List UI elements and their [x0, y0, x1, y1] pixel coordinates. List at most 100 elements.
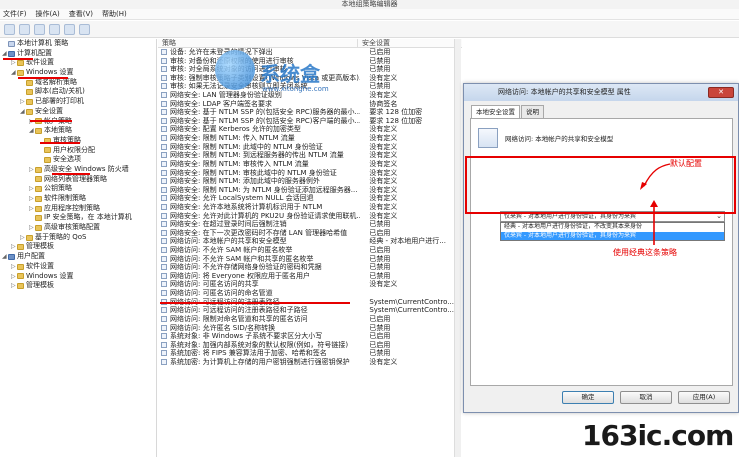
policy-item-icon [161, 195, 167, 202]
export-icon[interactable] [64, 24, 75, 35]
menu-item[interactable]: 查看(V) [69, 9, 93, 19]
folder-icon [26, 108, 33, 115]
menu-item[interactable]: 文件(F) [3, 9, 27, 19]
table-row[interactable]: 网络安全: 限制 NTLM: 传入 NTLM 流量 没有定义 [158, 134, 462, 143]
sharing-model-options: 经典 - 对本地用户进行身份验证，不改变其本来身份 仅来宾 - 对本地用户进行身… [500, 222, 725, 241]
tree-item[interactable]: ▷ 管理模板 [0, 281, 156, 291]
tab-explain[interactable]: 说明 [521, 105, 544, 118]
table-row[interactable]: 系统对象: 非 Windows 子系统不要求区分大小写 已启用 [158, 332, 462, 341]
show-tree-icon[interactable] [49, 24, 60, 35]
table-row[interactable]: 网络安全: 在超过登录时间后强制注销 已禁用 [158, 220, 462, 229]
tree-item-label: 本地策略 [44, 126, 72, 135]
back-icon[interactable] [4, 24, 15, 35]
tree-item-label: 计算机配置 [17, 48, 52, 57]
security-setting-cell: 已禁用 [369, 82, 391, 91]
tree-item-label: 脚本(启动/关机) [35, 87, 85, 96]
table-row[interactable]: 网络访问: 将 Everyone 权限应用于匿名用户 已禁用 [158, 272, 462, 281]
forward-icon[interactable] [19, 24, 30, 35]
tree-item[interactable]: 脚本(启动/关机) [0, 87, 156, 97]
tree-item-label: 应用程序控制策略 [44, 203, 100, 212]
table-row[interactable]: 网络安全: 限制 NTLM: 到远程服务器的传出 NTLM 流量 没有定义 [158, 151, 462, 160]
tree-item-label: 公钥策略 [44, 184, 72, 193]
table-row[interactable]: 网络安全: 允许 LocalSystem NULL 会话回退 没有定义 [158, 194, 462, 203]
up-icon[interactable] [34, 24, 45, 35]
apply-button[interactable]: 应用(A) [678, 391, 730, 404]
close-button[interactable]: ✕ [708, 87, 734, 98]
folder-icon [44, 157, 51, 164]
policy-name-cell: 网络访问: 将 Everyone 权限应用于匿名用户 [170, 271, 310, 280]
tree-item[interactable]: ◢ 计算机配置 [0, 49, 156, 59]
table-row[interactable]: 网络安全: 限制 NTLM: 审核传入 NTLM 流量 没有定义 [158, 160, 462, 169]
tree-item[interactable]: 用户权限分配 [0, 146, 156, 156]
table-row[interactable]: 网络访问: 不允许存储网络身份验证的密码和凭据 已禁用 [158, 263, 462, 272]
policy-icon [8, 40, 15, 47]
tree-item[interactable]: ◢ 本地策略 [0, 126, 156, 136]
table-row[interactable]: 网络访问: 本地帐户的共享和安全模型 经典 - 对本地用户进行... [158, 237, 462, 246]
security-setting-cell: System\CurrentContro... [369, 297, 454, 306]
table-row[interactable]: 网络安全: 在下一次更改密码时不存储 LAN 管理器哈希值 已启用 [158, 229, 462, 238]
tree-item[interactable]: ▷ 应用程序控制策略 [0, 204, 156, 214]
folder-icon [35, 205, 42, 212]
policy-name-cell: 设备: 允许在未登录的情况下弹出 [170, 48, 273, 56]
security-setting-cell: 没有定义 [369, 151, 398, 160]
option-guest-only[interactable]: 仅来宾 - 对本地用户进行身份验证，其身份为来宾 [501, 231, 724, 240]
policy-name-cell: 网络安全: 限制 NTLM: 传入 NTLM 流量 [170, 134, 295, 143]
option-classic[interactable]: 经典 - 对本地用户进行身份验证，不改变其本来身份 [501, 223, 724, 232]
tree-item[interactable]: ▷ 基于策略的 QoS [0, 233, 156, 243]
tree-item[interactable]: ▷ 软件限制策略 [0, 194, 156, 204]
table-row[interactable]: 网络安全: 基于 NTLM SSP 的(包括安全 RPC)服务器的最小... 要求… [158, 108, 462, 117]
tree-item[interactable]: 安全选项 [0, 155, 156, 165]
table-row[interactable]: 网络访问: 可远程访问的注册表路径和子路径 System\CurrentContr… [158, 306, 462, 315]
table-row[interactable]: 网络安全: 限制 NTLM: 审核此域中的 NTLM 身份验证 没有定义 [158, 169, 462, 178]
table-row[interactable]: 系统加密: 将 FIPS 兼容算法用于加密、哈希和签名 已禁用 [158, 349, 462, 358]
tree-item[interactable]: ▷ 高级审核策略配置 [0, 223, 156, 233]
ok-button[interactable]: 确定 [562, 391, 614, 404]
table-row[interactable]: 系统对象: 加强内部系统对象的默认权限(例如，符号链接) 已启用 [158, 341, 462, 350]
cancel-button[interactable]: 取消 [620, 391, 672, 404]
menu-item[interactable]: 帮助(H) [102, 9, 127, 19]
table-row[interactable]: 网络安全: 限制 NTLM: 添加此域中的服务器例外 没有定义 [158, 177, 462, 186]
column-header-policy[interactable]: 策略 [158, 39, 358, 47]
table-row[interactable]: 网络访问: 可匿名访问的共享 没有定义 [158, 280, 462, 289]
policy-item-icon [161, 324, 167, 331]
table-row[interactable]: 网络访问: 允许匿名 SID/名称转换 已禁用 [158, 324, 462, 333]
policy-item-icon [161, 315, 167, 322]
table-row[interactable]: 网络安全: 允许对此计算机的 PKU2U 身份验证请求使用联机... 没有定义 [158, 212, 462, 221]
help-icon[interactable] [79, 24, 90, 35]
tree-item[interactable]: 本地计算机 策略 [0, 39, 156, 49]
tree-item[interactable]: IP 安全策略，在 本地计算机 [0, 213, 156, 223]
tree-item[interactable]: ◢ 安全设置 [0, 107, 156, 117]
table-row[interactable]: 系统加密: 为计算机上存储的用户密钥强制进行强密钥保护 没有定义 [158, 358, 462, 367]
tree-item[interactable]: ▷ 软件设置 [0, 262, 156, 272]
policy-item-icon [161, 333, 167, 340]
dialog-title: 网络访问: 本地帐户的共享和安全模型 属性 [498, 88, 631, 96]
table-row[interactable]: 网络访问: 可匿名访问的命名管道 [158, 289, 462, 298]
policy-item-icon [161, 341, 167, 348]
tree-item[interactable]: ▷ 已部署的打印机 [0, 97, 156, 107]
tree-item[interactable]: ▷ 公钥策略 [0, 184, 156, 194]
table-row[interactable]: 网络访问: 不允许 SAM 帐户和共享的匿名枚举 已禁用 [158, 255, 462, 264]
tree-item[interactable]: ▷ Windows 设置 [0, 272, 156, 282]
table-row[interactable]: 网络安全: 允许本地系统将计算机标识用于 NTLM 没有定义 [158, 203, 462, 212]
table-row[interactable]: 网络访问: 限制对命名管道和共享的匿名访问 已启用 [158, 315, 462, 324]
table-row[interactable]: 网络安全: 配置 Kerberos 允许的加密类型 没有定义 [158, 125, 462, 134]
tree-item[interactable]: 审核策略 [0, 136, 156, 146]
folder-icon [35, 224, 42, 231]
tab-local-security-setting[interactable]: 本地安全设置 [471, 105, 520, 118]
tree-item[interactable]: ◢ 用户配置 [0, 252, 156, 262]
tree-item[interactable]: 域名解析策略 [0, 78, 156, 88]
column-header-setting[interactable]: 安全设置 [358, 39, 390, 47]
menu-item[interactable]: 操作(A) [36, 9, 60, 19]
tree-item-label: 管理模板 [26, 281, 54, 290]
dialog-title-bar[interactable]: 网络访问: 本地帐户的共享和安全模型 属性 ✕ [464, 84, 738, 101]
tree-item[interactable]: ▷ 管理模板 [0, 242, 156, 252]
table-row[interactable]: 网络访问: 不允许 SAM 帐户的匿名枚举 已启用 [158, 246, 462, 255]
table-row[interactable]: 设备: 允许在未登录的情况下弹出 已启用 [158, 48, 462, 57]
tree-item[interactable]: 网络列表管理器策略 [0, 175, 156, 185]
list-scrollbar[interactable] [454, 39, 461, 457]
table-row[interactable]: 网络安全: 限制 NTLM: 此域中的 NTLM 身份验证 没有定义 [158, 143, 462, 152]
table-row[interactable]: 网络安全: LDAP 客户端签名要求 协商签名 [158, 100, 462, 109]
table-row[interactable]: 网络安全: 限制 NTLM: 为 NTLM 身份验证添加远程服务器... 没有定义 [158, 186, 462, 195]
table-row[interactable]: 网络安全: 基于 NTLM SSP 的(包括安全 RPC)客户端的最小... 要求… [158, 117, 462, 126]
tree-item[interactable]: ▷帐户策略 [0, 117, 156, 127]
